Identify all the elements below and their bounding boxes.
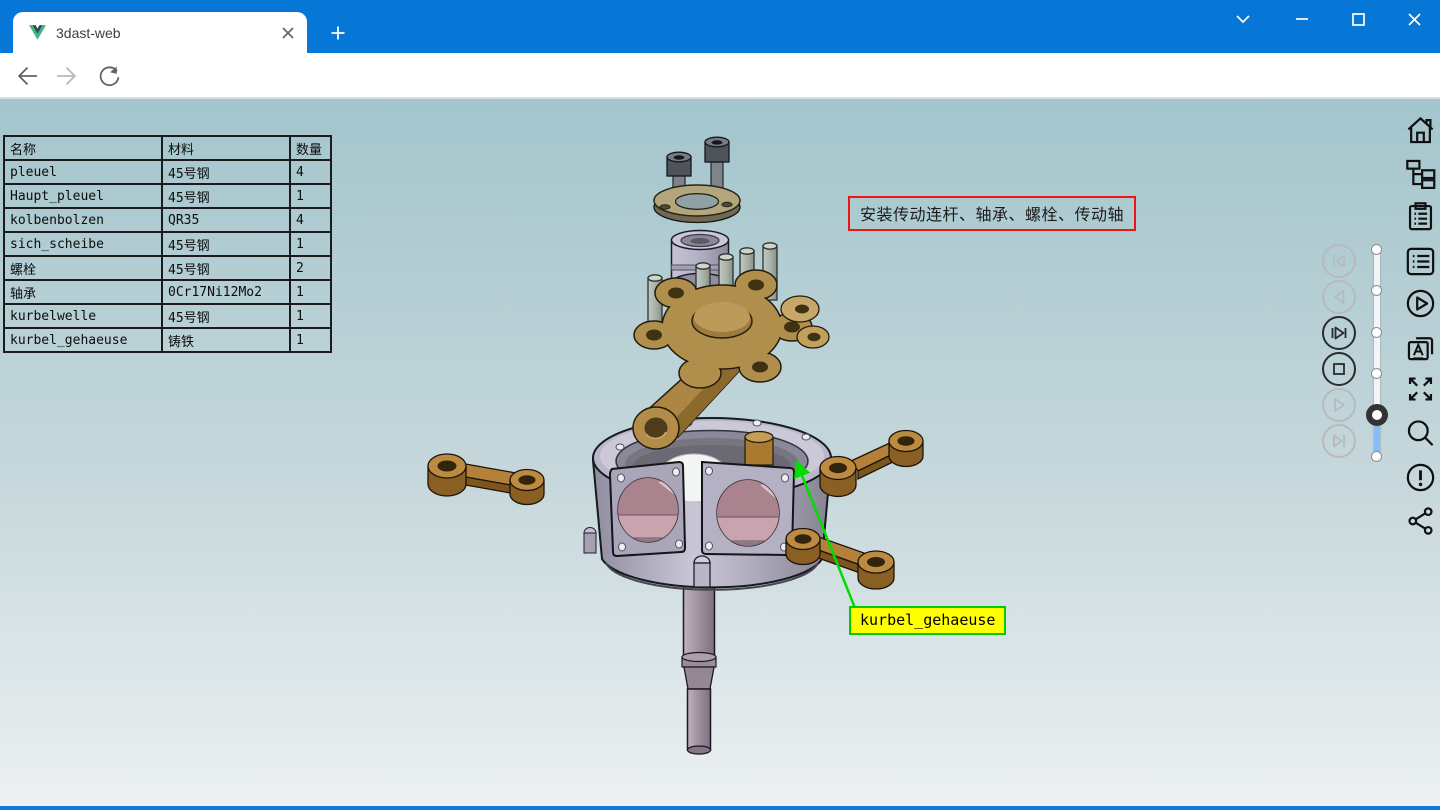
- bom-row: sich_scheibe45号钢1: [4, 232, 331, 256]
- annotation-icon[interactable]: [1404, 330, 1437, 363]
- bom-row: kurbel_gehaeuse铸铁1: [4, 328, 331, 352]
- new-tab-plus-icon[interactable]: [324, 19, 352, 47]
- fit-view-icon[interactable]: [1404, 372, 1437, 405]
- bom-cell: 45号钢: [162, 256, 290, 280]
- skip-start-button[interactable]: [1322, 244, 1356, 278]
- bom-cell: pleuel: [4, 160, 162, 184]
- bom-cell: kurbelwelle: [4, 304, 162, 328]
- bom-header-cell: 数量: [290, 136, 331, 160]
- browser-titlebar: 3dast-web: [0, 0, 1440, 53]
- bom-table: 名称 材料 数量 pleuel45号钢4 Haupt_pleuel45号钢1 k…: [3, 135, 332, 353]
- skip-end-button[interactable]: [1322, 424, 1356, 458]
- bom-row: 轴承0Cr17Ni12Mo21: [4, 280, 331, 304]
- steps-list-icon[interactable]: [1404, 245, 1437, 278]
- step-play-button[interactable]: [1322, 316, 1356, 350]
- bom-row: 螺栓45号钢2: [4, 256, 331, 280]
- bom-header-cell: 名称: [4, 136, 162, 160]
- assembly-step-note: 安装传动连杆、轴承、螺栓、传动轴: [848, 196, 1136, 231]
- bom-cell: 4: [290, 208, 331, 232]
- maximize-icon[interactable]: [1335, 0, 1381, 38]
- bom-header-cell: 材料: [162, 136, 290, 160]
- bom-cell: sich_scheibe: [4, 232, 162, 256]
- bom-cell: QR35: [162, 208, 290, 232]
- bom-row: kurbelwelle45号钢1: [4, 304, 331, 328]
- bom-cell: 1: [290, 304, 331, 328]
- reload-icon[interactable]: [91, 59, 125, 93]
- part-kurbelwelle[interactable]: [682, 583, 716, 754]
- bom-cell: kolbenbolzen: [4, 208, 162, 232]
- tab-title: 3dast-web: [56, 25, 279, 41]
- vue-logo-icon: [29, 25, 46, 40]
- part-sich-scheibe[interactable]: [654, 185, 740, 223]
- home-icon[interactable]: [1404, 114, 1437, 147]
- part-pleuel-upper-right[interactable]: [820, 431, 923, 497]
- browser-tab[interactable]: 3dast-web: [13, 12, 307, 53]
- forward-icon[interactable]: [50, 59, 84, 93]
- slider-thumb[interactable]: [1366, 404, 1388, 426]
- bom-cell: 螺栓: [4, 256, 162, 280]
- minimize-icon[interactable]: [1279, 0, 1325, 38]
- bom-cell: 1: [290, 280, 331, 304]
- browser-toolbar: 不安全 192.168.30.157:11182/index.html?view…: [0, 53, 1440, 97]
- back-icon[interactable]: [10, 59, 44, 93]
- bom-cell: 轴承: [4, 280, 162, 304]
- slider-stop-3[interactable]: [1371, 327, 1382, 338]
- step-back-button[interactable]: [1322, 280, 1356, 314]
- play-button[interactable]: [1322, 388, 1356, 422]
- bom-row: kolbenbolzenQR354: [4, 208, 331, 232]
- part-pleuel-lower-right[interactable]: [786, 529, 894, 590]
- bom-cell: kurbel_gehaeuse: [4, 328, 162, 352]
- bom-cell: 1: [290, 328, 331, 352]
- bom-cell: 45号钢: [162, 160, 290, 184]
- bom-cell: Haupt_pleuel: [4, 184, 162, 208]
- bom-cell: 45号钢: [162, 232, 290, 256]
- part-pleuel-left[interactable]: [428, 454, 544, 505]
- tab-search-chevron-icon[interactable]: [1220, 0, 1266, 38]
- window-bottom-edge: [0, 806, 1440, 810]
- slider-stop-6[interactable]: [1371, 451, 1382, 462]
- part-kurbel-gehaeuse[interactable]: [584, 418, 831, 590]
- assembly-tree-icon[interactable]: [1404, 156, 1437, 189]
- tab-close-icon[interactable]: [279, 24, 297, 42]
- play-circle-icon[interactable]: [1404, 287, 1437, 320]
- slider-stop-1[interactable]: [1371, 244, 1382, 255]
- zoom-icon[interactable]: [1404, 416, 1437, 449]
- stop-button[interactable]: [1322, 352, 1356, 386]
- bom-cell: 4: [290, 160, 331, 184]
- bom-row: Haupt_pleuel45号钢1: [4, 184, 331, 208]
- bom-cell: 2: [290, 256, 331, 280]
- bom-cell: 45号钢: [162, 304, 290, 328]
- slider-stop-4[interactable]: [1371, 368, 1382, 379]
- share-nodes-icon[interactable]: [1404, 504, 1437, 537]
- bom-header-row: 名称 材料 数量: [4, 136, 331, 160]
- alert-icon[interactable]: [1404, 461, 1437, 494]
- close-icon[interactable]: [1391, 0, 1437, 38]
- clipboard-icon[interactable]: [1404, 200, 1437, 233]
- bom-cell: 0Cr17Ni12Mo2: [162, 280, 290, 304]
- bom-cell: 45号钢: [162, 184, 290, 208]
- bom-row: pleuel45号钢4: [4, 160, 331, 184]
- bom-cell: 1: [290, 184, 331, 208]
- bom-cell: 1: [290, 232, 331, 256]
- slider-stop-2[interactable]: [1371, 285, 1382, 296]
- part-name-label: kurbel_gehaeuse: [849, 606, 1006, 635]
- 3d-viewport[interactable]: 名称 材料 数量 pleuel45号钢4 Haupt_pleuel45号钢1 k…: [0, 97, 1440, 810]
- bom-cell: 铸铁: [162, 328, 290, 352]
